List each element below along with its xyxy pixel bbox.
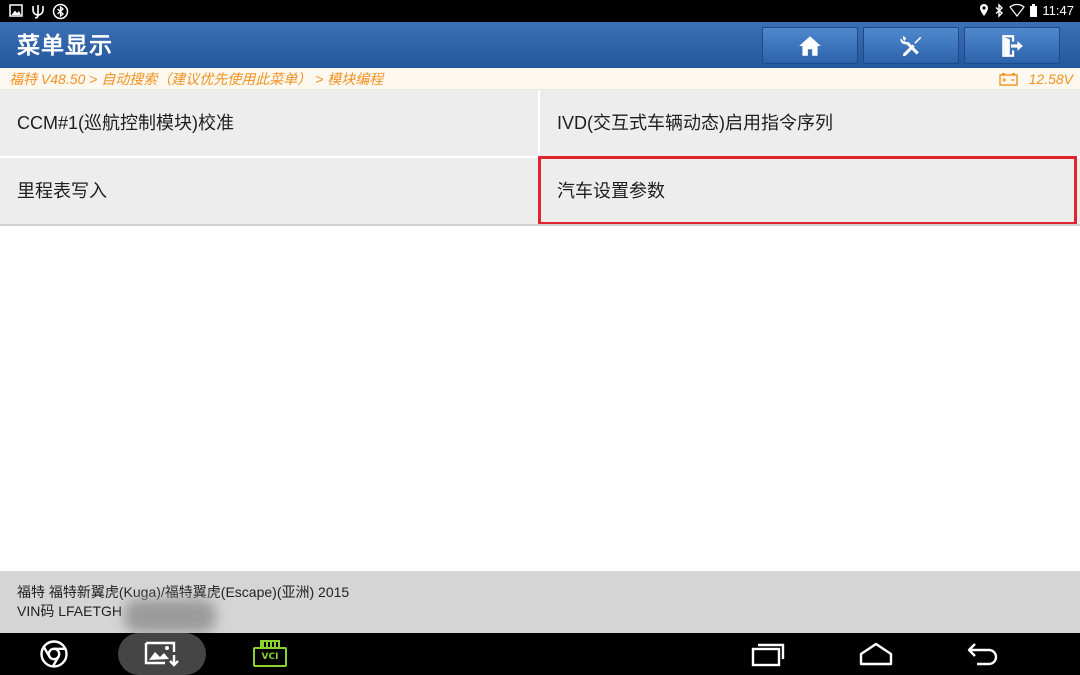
menu-item-odometer-write[interactable]: 里程表写入: [0, 158, 538, 224]
menu-item-ivd-enable-sequence[interactable]: IVD(交互式车辆动态)启用指令序列: [540, 90, 1080, 156]
navigation-bar: VCI: [0, 633, 1080, 675]
menu-item-label: 汽车设置参数: [557, 181, 665, 201]
location-icon: [980, 4, 988, 16]
back-icon: [967, 643, 998, 666]
bluetooth-circle-icon: [52, 3, 69, 20]
browser-button[interactable]: [36, 633, 72, 675]
home-icon: [799, 35, 821, 56]
back-button[interactable]: [963, 633, 1003, 675]
exit-button[interactable]: [964, 27, 1060, 64]
battery-voltage: 12.58V: [1028, 71, 1073, 87]
app-header: 菜单显示: [0, 22, 1080, 68]
wifi-icon: [1009, 3, 1025, 17]
screenshot-button[interactable]: [118, 633, 206, 675]
diagnostic-tools-button[interactable]: [863, 27, 959, 64]
menu-item-label: CCM#1(巡航控制模块)校准: [17, 113, 235, 133]
bluetooth-icon: [995, 3, 1004, 18]
breadcrumb: 福特 V48.50 > 自动搜索（建议优先使用此菜单） > 模块编程: [9, 71, 384, 87]
breadcrumb-bar: 福特 V48.50 > 自动搜索（建议优先使用此菜单） > 模块编程 12.58…: [0, 68, 1080, 90]
vci-label: VCI: [261, 652, 279, 662]
usb-debug-icon: [32, 5, 44, 19]
app-screen: 11:47 菜单显示 福特 V48.50 > 自动搜索（建议优先使用此菜单） >…: [0, 0, 1080, 675]
status-time: 11:47: [1042, 3, 1074, 18]
car-battery-icon: [999, 73, 1018, 86]
battery-icon: [1030, 4, 1037, 17]
vin-redaction-blur: [124, 599, 216, 633]
android-home-button[interactable]: [856, 633, 896, 675]
home-outline-icon: [859, 642, 893, 666]
vin-text: VIN码 LFAETGH: [17, 603, 123, 619]
status-bar: 11:47: [0, 0, 1080, 22]
tools-icon: [900, 35, 922, 56]
recent-apps-button[interactable]: [748, 633, 788, 675]
vci-icon[interactable]: VCI: [253, 647, 287, 667]
menu-item-label: IVD(交互式车辆动态)启用指令序列: [557, 113, 833, 133]
exit-icon: [1002, 34, 1023, 57]
menu-item-vehicle-settings[interactable]: 汽车设置参数: [538, 156, 1080, 225]
browser-icon: [40, 640, 68, 668]
picture-icon: [9, 4, 23, 17]
menu-item-label: 里程表写入: [17, 181, 107, 201]
screenshot-icon: [144, 641, 179, 667]
menu-divider: [0, 224, 1080, 226]
recent-apps-icon: [751, 643, 785, 667]
menu-item-ccm-calibration[interactable]: CCM#1(巡航控制模块)校准: [0, 90, 538, 156]
home-button[interactable]: [762, 27, 858, 64]
page-title: 菜单显示: [17, 32, 113, 58]
